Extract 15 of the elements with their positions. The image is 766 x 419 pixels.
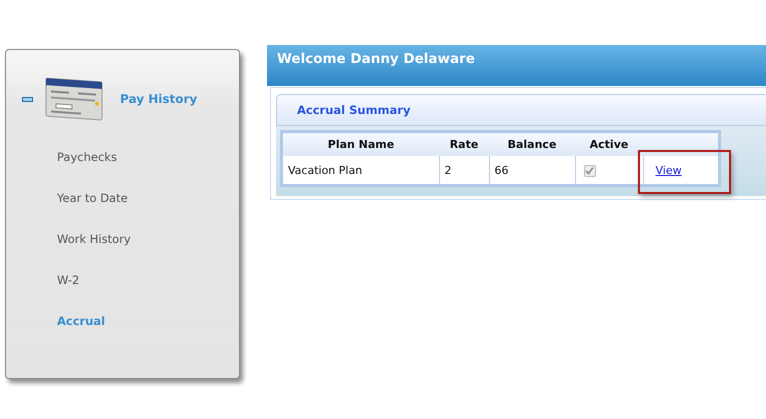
nav-link[interactable]: Year to Date (57, 191, 128, 205)
column-header: Balance (489, 132, 575, 156)
column-header: Active (575, 132, 643, 156)
column-header: Rate (439, 132, 489, 156)
collapse-icon[interactable] (22, 96, 33, 102)
panel-title: Accrual Summary (297, 103, 410, 117)
nav-link[interactable]: Paychecks (57, 150, 117, 164)
table-cell: 66 (489, 156, 575, 186)
view-link[interactable]: View (656, 164, 682, 176)
nav-link[interactable]: Work History (57, 232, 131, 246)
table-cell: 2 (439, 156, 489, 186)
column-header: Plan Name (282, 132, 439, 156)
nav-link[interactable]: W-2 (57, 273, 80, 287)
welcome-title: Welcome Danny Delaware (277, 51, 475, 67)
table-cell: Vacation Plan (282, 156, 439, 186)
